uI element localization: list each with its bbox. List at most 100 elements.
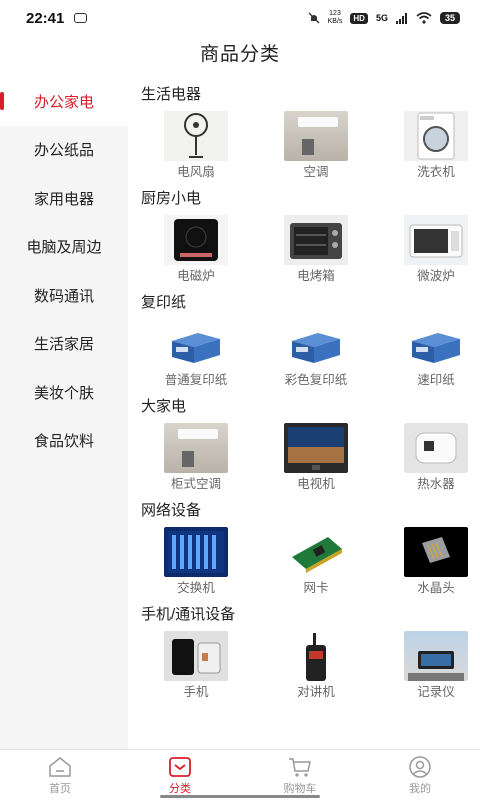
category-label: 电磁炉 (177, 269, 215, 283)
category-label: 网卡 (303, 581, 329, 595)
rj45-photo-icon (404, 527, 468, 577)
gesture-bar[interactable] (160, 795, 320, 798)
section-title: 复印纸 (141, 294, 187, 311)
section-major-appliances: 大家电 柜式空调 电视机 热水器 (141, 391, 480, 493)
sidebar-item-label: 家用电器 (33, 190, 94, 208)
product-category-fan[interactable]: 电风扇 (157, 111, 235, 181)
microwave-photo-icon (404, 215, 468, 265)
washing-machine-photo-icon (404, 111, 468, 161)
section-title: 生活电器 (141, 86, 202, 103)
category-label: 热水器 (417, 477, 455, 491)
mute-icon (308, 12, 320, 24)
product-category-washing-machine[interactable]: 洗衣机 (397, 111, 475, 181)
product-category-water-heater[interactable]: 热水器 (397, 423, 475, 493)
product-category-phone[interactable]: 手机 (157, 631, 235, 701)
product-category-tv[interactable]: 电视机 (277, 423, 355, 493)
product-category-microwave[interactable]: 微波炉 (397, 215, 475, 285)
product-category-plain-copy-paper[interactable]: 普通复印纸 (157, 319, 235, 389)
category-label: 电风扇 (177, 165, 215, 179)
water-heater-photo-icon (404, 423, 468, 473)
category-label: 空调 (303, 165, 329, 179)
status-bar: 22:41 123 KB/s HD 5G 35 (0, 0, 480, 36)
sidebar-item-food[interactable]: 食品饮料 (0, 417, 128, 466)
speed-value: 123 (329, 10, 341, 17)
fan-photo-icon (164, 111, 228, 161)
sidebar-item-office-appliances[interactable]: 办公家电 (0, 77, 128, 126)
status-time: 22:41 (26, 9, 65, 27)
sidebar-item-label: 电脑及周边 (26, 239, 102, 257)
tv-photo-icon (284, 423, 348, 473)
speed-unit: KB/s (327, 18, 343, 25)
bottom-nav: 首页 分类 购物车 我的 (0, 749, 480, 800)
section-title: 网络设备 (141, 502, 202, 519)
category-label: 洗衣机 (417, 165, 455, 179)
sidebar-item-label: 美妆个肤 (33, 384, 94, 402)
sidebar-item-home-appliances[interactable]: 家用电器 (0, 174, 128, 223)
nav-profile[interactable]: 我的 (360, 750, 480, 800)
sidebar-item-computers[interactable]: 电脑及周边 (0, 223, 128, 272)
dashcam-photo-icon (404, 631, 468, 681)
product-category-air-conditioner[interactable]: 空调 (277, 111, 355, 181)
category-label: 手机 (183, 685, 209, 699)
paper-box-photo-icon (284, 319, 348, 369)
category-icon (169, 757, 191, 777)
sidebar-item-label: 办公纸品 (33, 142, 94, 160)
phone-photo-icon (164, 631, 228, 681)
net-speed: 123 KB/s (328, 10, 343, 26)
sidebar-item-label: 数码通讯 (33, 287, 94, 305)
product-category-switch[interactable]: 交换机 (157, 527, 235, 597)
walkie-talkie-photo-icon (284, 631, 348, 681)
product-category-rj45[interactable]: 水晶头 (397, 527, 475, 597)
category-label: 水晶头 (417, 581, 455, 595)
sidebar-item-label: 生活家居 (33, 336, 94, 354)
network-card-photo-icon (284, 527, 348, 577)
category-content: 生活电器 电风扇 空调 洗衣机 厨房小电 电磁炉 电烤箱 微波炉 复印纸 普通复… (128, 77, 480, 749)
category-label: 对讲机 (297, 685, 335, 699)
category-label: 微波炉 (417, 269, 455, 283)
section-life-appliances: 生活电器 电风扇 空调 洗衣机 (141, 79, 480, 181)
oven-photo-icon (284, 215, 348, 265)
product-category-network-card[interactable]: 网卡 (277, 527, 355, 597)
section-title: 大家电 (141, 398, 187, 415)
home-icon (49, 757, 71, 777)
sidebar-item-home-living[interactable]: 生活家居 (0, 320, 128, 369)
induction-cooker-photo-icon (164, 215, 228, 265)
air-conditioner-photo-icon (284, 111, 348, 161)
profile-icon (409, 756, 431, 778)
hd-badge: HD (350, 12, 368, 24)
category-label: 彩色复印纸 (284, 373, 348, 387)
product-category-walkie-talkie[interactable]: 对讲机 (277, 631, 355, 701)
nav-home[interactable]: 首页 (0, 750, 120, 800)
product-category-color-copy-paper[interactable]: 彩色复印纸 (277, 319, 355, 389)
product-category-cabinet-ac[interactable]: 柜式空调 (157, 423, 235, 493)
section-phones-comms: 手机/通讯设备 手机 对讲机 记录仪 (141, 599, 480, 701)
product-category-dashcam[interactable]: 记录仪 (397, 631, 475, 701)
sidebar-item-beauty[interactable]: 美妆个肤 (0, 368, 128, 417)
sidebar-item-office-paper[interactable]: 办公纸品 (0, 126, 128, 175)
category-label: 柜式空调 (170, 477, 221, 491)
nav-cart[interactable]: 购物车 (240, 750, 360, 800)
cabinet-ac-photo-icon (164, 423, 228, 473)
nav-label: 分类 (169, 783, 191, 795)
category-label: 普通复印纸 (164, 373, 228, 387)
nav-category[interactable]: 分类 (120, 750, 240, 800)
wifi-icon (416, 12, 432, 24)
product-category-induction-cooker[interactable]: 电磁炉 (157, 215, 235, 285)
nav-label: 首页 (49, 783, 71, 795)
paper-box-photo-icon (164, 319, 228, 369)
sidebar-item-digital[interactable]: 数码通讯 (0, 271, 128, 320)
category-label: 速印纸 (417, 373, 455, 387)
product-category-stencil-paper[interactable]: 速印纸 (397, 319, 475, 389)
network-type: 5G (375, 13, 388, 23)
section-title: 厨房小电 (141, 190, 202, 207)
signal-icon (395, 12, 407, 24)
category-label: 记录仪 (417, 685, 455, 699)
battery-indicator: 35 (439, 12, 460, 24)
product-category-oven[interactable]: 电烤箱 (277, 215, 355, 285)
section-copy-paper: 复印纸 普通复印纸 彩色复印纸 速印纸 (141, 287, 480, 389)
category-label: 电视机 (297, 477, 335, 491)
nav-label: 购物车 (283, 783, 317, 795)
category-label: 交换机 (177, 581, 215, 595)
nav-label: 我的 (409, 783, 431, 795)
section-network-equipment: 网络设备 交换机 网卡 水晶头 (141, 495, 480, 597)
